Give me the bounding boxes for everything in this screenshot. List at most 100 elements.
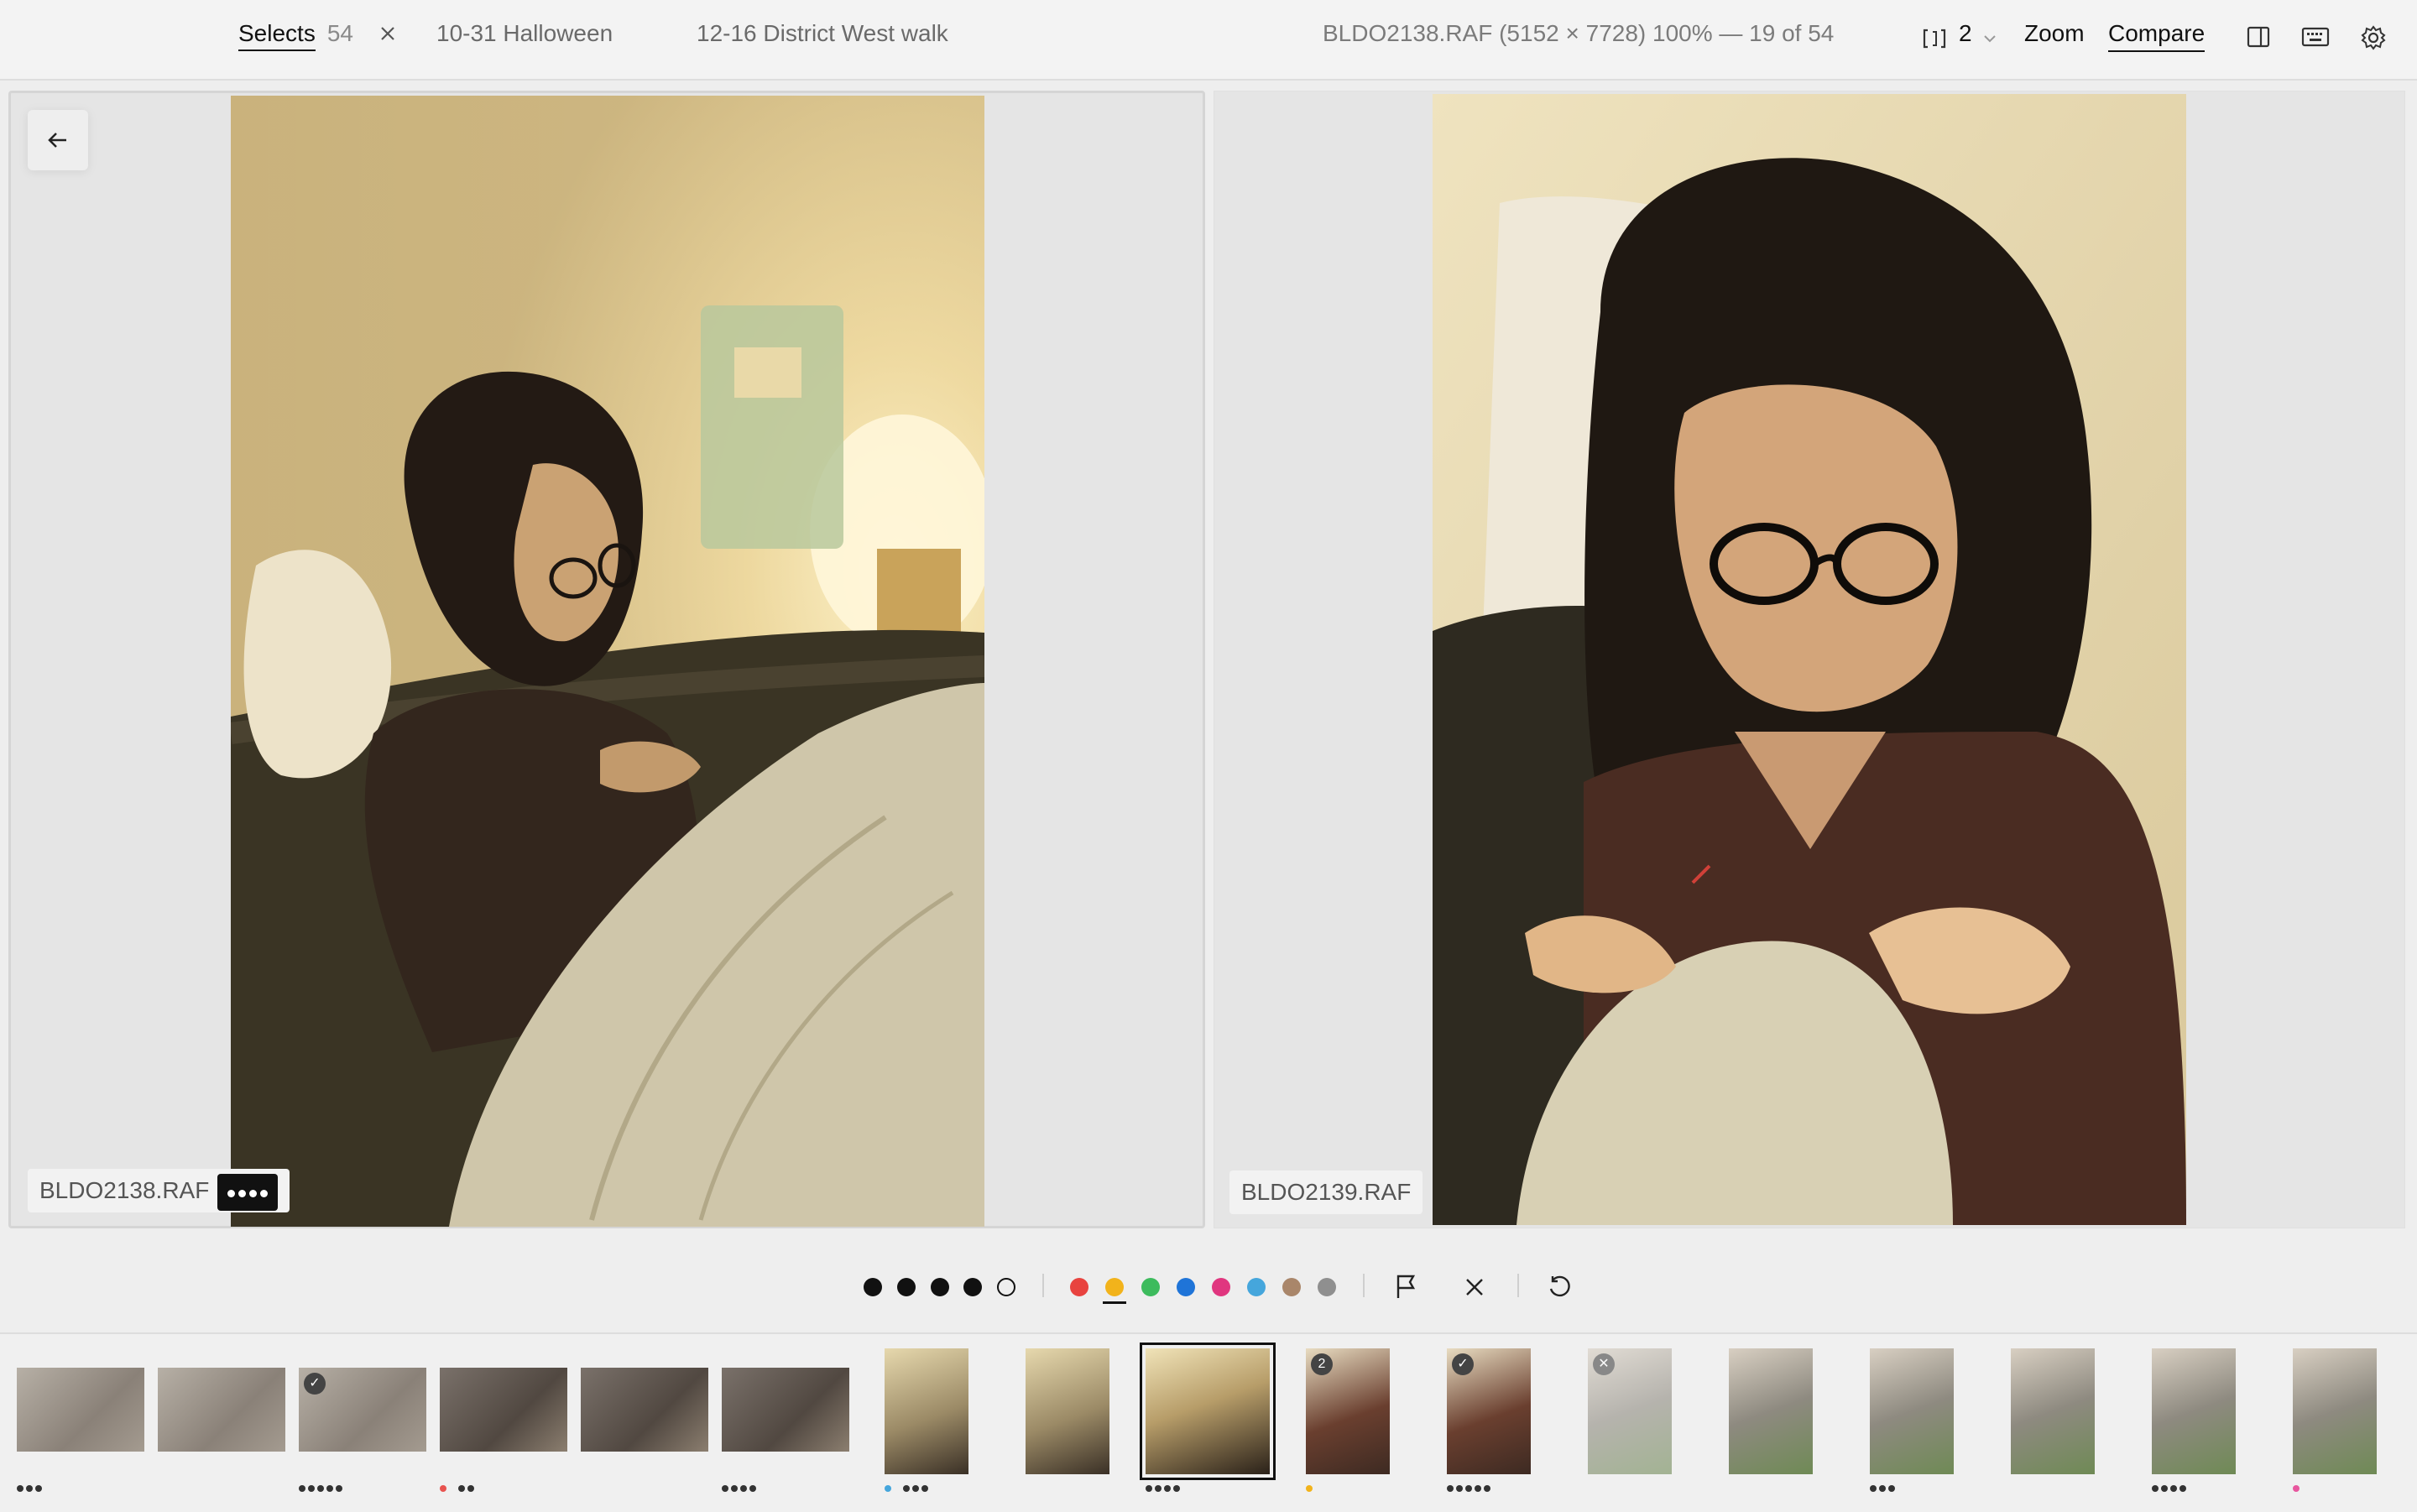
filmstrip-thumbnail[interactable] — [722, 1368, 849, 1452]
color-label-dot[interactable] — [1177, 1278, 1195, 1296]
rating-mini-dot — [1173, 1485, 1180, 1492]
rating-mini-dot — [1879, 1485, 1886, 1492]
thumbnail-meta — [1870, 1485, 1898, 1494]
reject-badge-icon: ✕ — [1593, 1353, 1615, 1375]
filmstrip-thumbnail[interactable] — [158, 1368, 285, 1452]
reset-icon[interactable] — [1546, 1274, 1573, 1301]
chevron-down-icon[interactable] — [1982, 34, 1997, 44]
rating-mini-dot — [299, 1485, 305, 1492]
filmstrip-thumbnail[interactable] — [1729, 1348, 1813, 1474]
rating-mini-dot — [1447, 1485, 1454, 1492]
file-info: BLDO2138.RAF (5152 × 7728) 100% — 19 of … — [1323, 20, 1835, 46]
close-tab-icon[interactable] — [378, 23, 398, 44]
tab-halloween[interactable]: 10-31 Halloween — [436, 20, 613, 47]
back-button[interactable] — [28, 110, 88, 170]
pane-filename-label: BLDO2139.RAF — [1229, 1170, 1423, 1214]
arrow-left-icon — [48, 133, 66, 148]
color-label-dot[interactable] — [1212, 1278, 1230, 1296]
rating-mini-dot — [308, 1485, 315, 1492]
color-label-dot[interactable] — [1070, 1278, 1088, 1296]
rating-dot-3[interactable] — [931, 1278, 949, 1296]
filmstrip-thumbnail[interactable]: ✓ — [1447, 1348, 1531, 1474]
color-label-mini — [885, 1485, 891, 1492]
filmstrip-thumbnail[interactable]: 2 — [1306, 1348, 1390, 1474]
rating-dot-5[interactable] — [997, 1278, 1015, 1296]
photo-right — [1433, 94, 2186, 1225]
reject-icon[interactable] — [1464, 1276, 1485, 1298]
thumbnail-meta — [1146, 1485, 1182, 1494]
sidebar-toggle-icon[interactable] — [2246, 25, 2271, 49]
color-label-dot[interactable] — [1282, 1278, 1301, 1296]
thumbnail-meta — [299, 1485, 345, 1494]
gear-icon[interactable] — [2360, 24, 2387, 51]
photo-left — [231, 96, 984, 1227]
color-label-dot[interactable] — [1247, 1278, 1266, 1296]
color-label-mini — [440, 1485, 446, 1492]
tab-district-west-walk[interactable]: 12-16 District West walk — [697, 20, 948, 47]
rating-dot-2[interactable] — [897, 1278, 916, 1296]
rating-mini-dot — [1146, 1485, 1152, 1492]
color-label-mini — [2293, 1485, 2300, 1492]
compare-pane-left[interactable]: BLDO2138.RAF — [8, 91, 1205, 1228]
pane-filename-label: BLDO2138.RAF — [28, 1169, 290, 1212]
rating-mini-dot — [1888, 1485, 1895, 1492]
filmstrip-thumbnail[interactable]: ✓ — [299, 1368, 426, 1452]
zoom-button[interactable]: Zoom — [2024, 20, 2085, 47]
rating-mini-dot — [2152, 1485, 2159, 1492]
rating-mini-dot — [1484, 1485, 1490, 1492]
rating-dot-1[interactable] — [864, 1278, 882, 1296]
thumbnail-meta — [17, 1485, 44, 1494]
filmstrip-thumbnail[interactable] — [1140, 1343, 1276, 1480]
compare-grid-icon[interactable] — [1922, 27, 1947, 50]
rating-mini-dot — [336, 1485, 342, 1492]
compare-button[interactable]: Compare — [2108, 20, 2206, 52]
tab-count: 54 — [326, 20, 353, 46]
thumbnail-meta — [2293, 1485, 2311, 1494]
filmstrip-thumbnail[interactable]: ✕ — [1588, 1348, 1672, 1474]
rating-mini-dot — [731, 1485, 738, 1492]
thumbnail-meta — [440, 1485, 477, 1494]
divider — [1042, 1274, 1044, 1297]
rating-mini-dot — [912, 1485, 919, 1492]
rating-mini-dot — [903, 1485, 910, 1492]
thumbnail-meta — [1306, 1485, 1324, 1494]
rating-dot-4[interactable] — [963, 1278, 982, 1296]
pane-filename: BLDO2138.RAF — [39, 1177, 210, 1203]
divider — [1517, 1274, 1519, 1297]
tab-selects[interactable]: Selects 54 — [238, 20, 353, 51]
top-bar: Selects 54 10-31 Halloween 12-16 District… — [0, 0, 2417, 81]
check-icon: ✓ — [1452, 1353, 1474, 1375]
filmstrip-thumbnail[interactable] — [17, 1368, 144, 1452]
filmstrip-thumbnail[interactable] — [885, 1348, 968, 1474]
stack-count-badge: 2 — [1311, 1353, 1333, 1375]
thumbnail-meta — [1447, 1485, 1493, 1494]
compare-pane-right[interactable]: BLDO2139.RAF — [1214, 91, 2405, 1228]
rating-mini-dot — [2170, 1485, 2177, 1492]
flag-icon[interactable] — [1393, 1273, 1418, 1300]
rating-mini-dot — [722, 1485, 728, 1492]
rating-mini-dot — [35, 1485, 42, 1492]
color-label-dot[interactable] — [1105, 1278, 1124, 1296]
filmstrip-thumbnail[interactable] — [2152, 1348, 2236, 1474]
rating-mini-dot — [921, 1485, 928, 1492]
grid-count[interactable]: 2 — [1959, 20, 1972, 47]
color-label-dot[interactable] — [1318, 1278, 1336, 1296]
rating-mini-dot — [2161, 1485, 2168, 1492]
filmstrip-thumbnail[interactable] — [1026, 1348, 1109, 1474]
color-label-dot[interactable] — [1141, 1278, 1160, 1296]
color-label-mini — [1306, 1485, 1313, 1492]
rating-mini-dot — [1164, 1485, 1171, 1492]
filmstrip-thumbnail[interactable] — [581, 1368, 708, 1452]
keyboard-icon[interactable] — [2301, 25, 2330, 49]
tab-label: Selects — [238, 20, 316, 51]
rating-mini-dot — [740, 1485, 747, 1492]
filmstrip-thumbnail[interactable] — [2293, 1348, 2377, 1474]
thumbnail-meta — [722, 1485, 759, 1494]
filmstrip-thumbnail[interactable] — [2011, 1348, 2095, 1474]
rating-mini-dot — [326, 1485, 333, 1492]
filmstrip-thumbnail[interactable] — [1870, 1348, 1954, 1474]
filmstrip-thumbnail[interactable] — [440, 1368, 567, 1452]
rating-mini-dot — [317, 1485, 324, 1492]
rating-mini-dot — [1155, 1485, 1162, 1492]
selected-color-indicator — [1103, 1301, 1126, 1304]
